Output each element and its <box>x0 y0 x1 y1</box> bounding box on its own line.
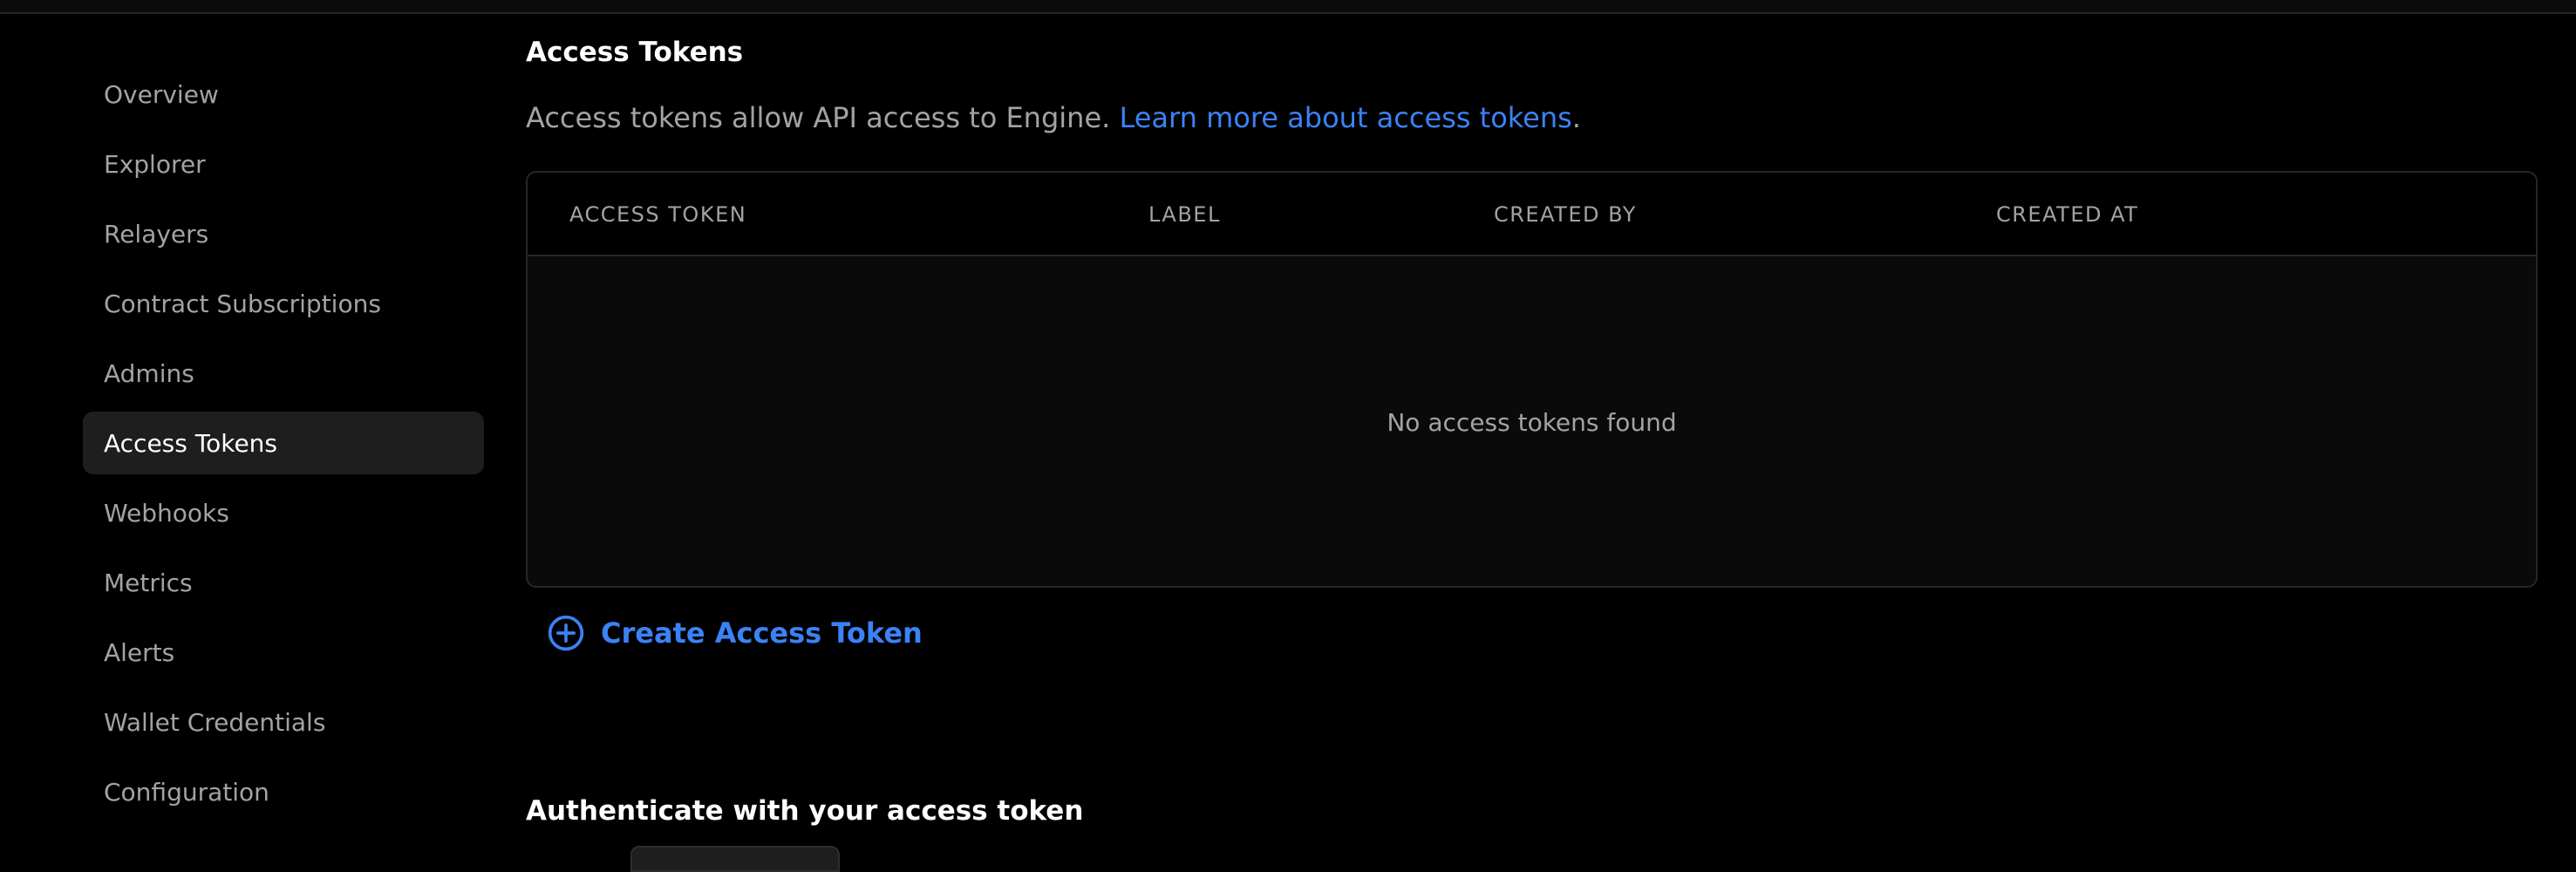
page-description: Access tokens allow API access to Engine… <box>526 101 1581 134</box>
column-header-created-by: CREATED BY <box>1494 202 1637 227</box>
main-content: Access Tokens Access tokens allow API ac… <box>526 14 2540 872</box>
sidebar-item-explorer[interactable]: Explorer <box>83 133 484 195</box>
access-tokens-table: ACCESS TOKEN LABEL CREATED BY CREATED AT… <box>526 171 2538 588</box>
sidebar: Overview Explorer Relayers Contract Subs… <box>0 14 488 855</box>
sidebar-item-configuration[interactable]: Configuration <box>83 760 484 823</box>
create-access-token-button[interactable]: Create Access Token <box>547 607 923 659</box>
table-header: ACCESS TOKEN LABEL CREATED BY CREATED AT <box>528 173 2536 256</box>
sidebar-item-admins[interactable]: Admins <box>83 342 484 405</box>
column-header-access-token: ACCESS TOKEN <box>569 202 747 227</box>
sidebar-item-metrics[interactable]: Metrics <box>83 551 484 614</box>
sidebar-item-alerts[interactable]: Alerts <box>83 621 484 684</box>
code-tab[interactable] <box>630 846 840 872</box>
top-bar <box>0 0 2576 14</box>
page-title: Access Tokens <box>526 37 744 68</box>
sidebar-item-contract-subscriptions[interactable]: Contract Subscriptions <box>83 272 484 335</box>
sidebar-item-access-tokens[interactable]: Access Tokens <box>83 412 484 474</box>
table-empty-message: No access tokens found <box>1387 407 1677 437</box>
column-header-label: LABEL <box>1148 202 1221 227</box>
auth-section-title: Authenticate with your access token <box>526 795 1084 827</box>
learn-more-link[interactable]: Learn more about access tokens <box>1119 101 1571 134</box>
create-access-token-label: Create Access Token <box>601 617 923 650</box>
sidebar-item-webhooks[interactable]: Webhooks <box>83 481 484 544</box>
sidebar-item-overview[interactable]: Overview <box>83 63 484 126</box>
sidebar-item-relayers[interactable]: Relayers <box>83 202 484 265</box>
plus-circle-icon <box>548 615 584 651</box>
sidebar-item-wallet-credentials[interactable]: Wallet Credentials <box>83 691 484 753</box>
column-header-created-at: CREATED AT <box>1996 202 2139 227</box>
description-end: . <box>1571 101 1581 134</box>
description-text: Access tokens allow API access to Engine… <box>526 101 1120 134</box>
